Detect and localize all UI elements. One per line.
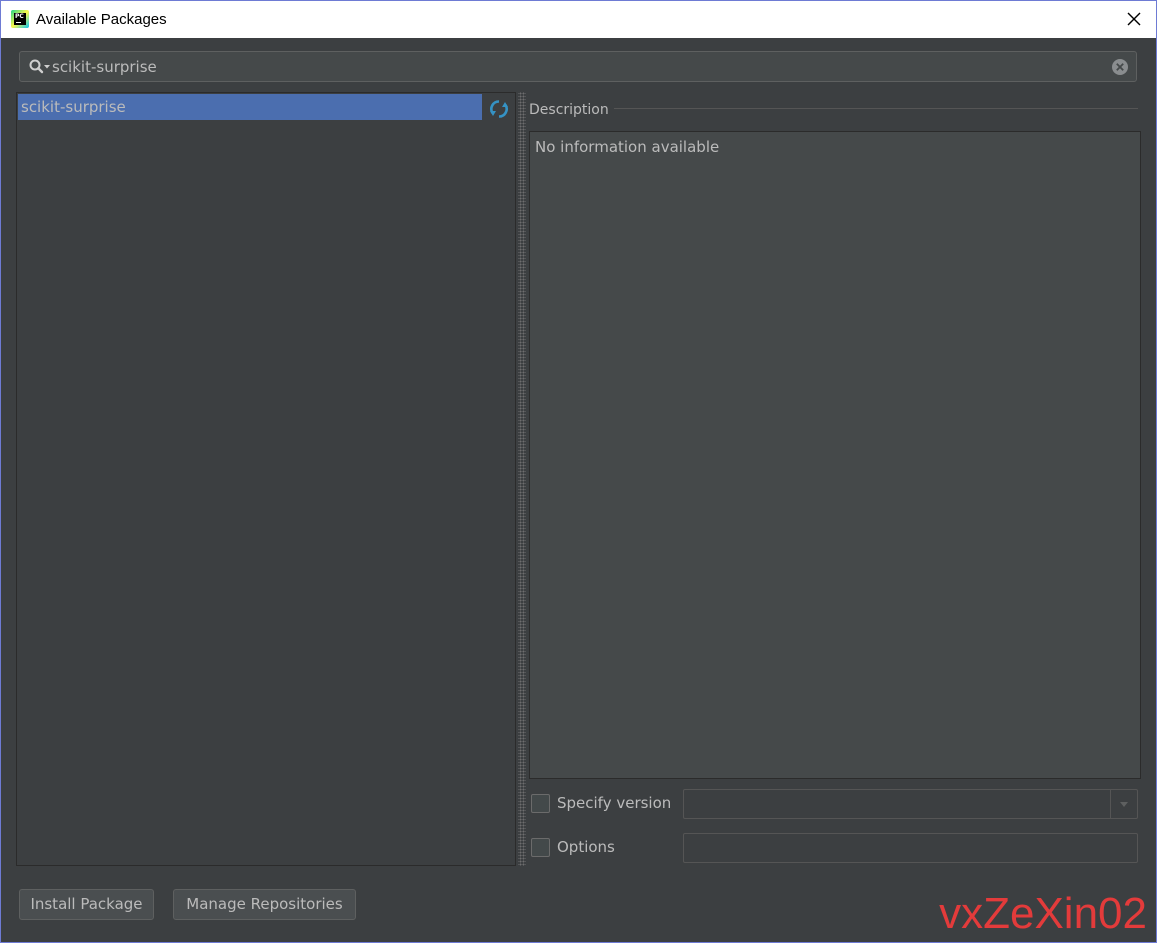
description-panel: No information available: [529, 131, 1141, 779]
search-icon[interactable]: [28, 58, 52, 76]
options-label[interactable]: Options: [557, 838, 615, 856]
search-field[interactable]: [19, 51, 1137, 82]
chevron-down-icon: [1120, 802, 1128, 807]
options-checkbox[interactable]: [531, 838, 550, 857]
package-list[interactable]: scikit-surprise: [16, 92, 483, 866]
window-frame-left: [0, 38, 1, 943]
description-label: Description: [529, 102, 609, 118]
version-dropdown[interactable]: [683, 789, 1138, 819]
manage-repositories-button[interactable]: Manage Repositories: [173, 889, 356, 920]
clear-search-icon[interactable]: [1111, 58, 1129, 76]
watermark: vxZeXin02: [939, 889, 1147, 938]
specify-version-checkbox[interactable]: [531, 794, 550, 813]
window-title: Available Packages: [36, 11, 167, 28]
install-package-button[interactable]: Install Package: [19, 889, 154, 920]
reload-list-icon[interactable]: [488, 98, 510, 120]
description-divider: [614, 108, 1138, 109]
close-button[interactable]: [1122, 7, 1146, 31]
app-icon-text: PC: [15, 13, 24, 20]
list-item[interactable]: scikit-surprise: [18, 94, 483, 120]
pycharm-icon: PC: [11, 10, 29, 28]
package-list-toolbar: [482, 92, 516, 866]
close-icon: [1127, 12, 1141, 26]
options-input[interactable]: [683, 833, 1138, 863]
description-text: No information available: [535, 138, 720, 156]
splitter-handle[interactable]: [518, 92, 526, 866]
search-input[interactable]: [52, 55, 1102, 79]
dropdown-divider: [1110, 790, 1111, 818]
specify-version-label[interactable]: Specify version: [557, 794, 671, 812]
title-bar: PC Available Packages: [0, 0, 1157, 38]
